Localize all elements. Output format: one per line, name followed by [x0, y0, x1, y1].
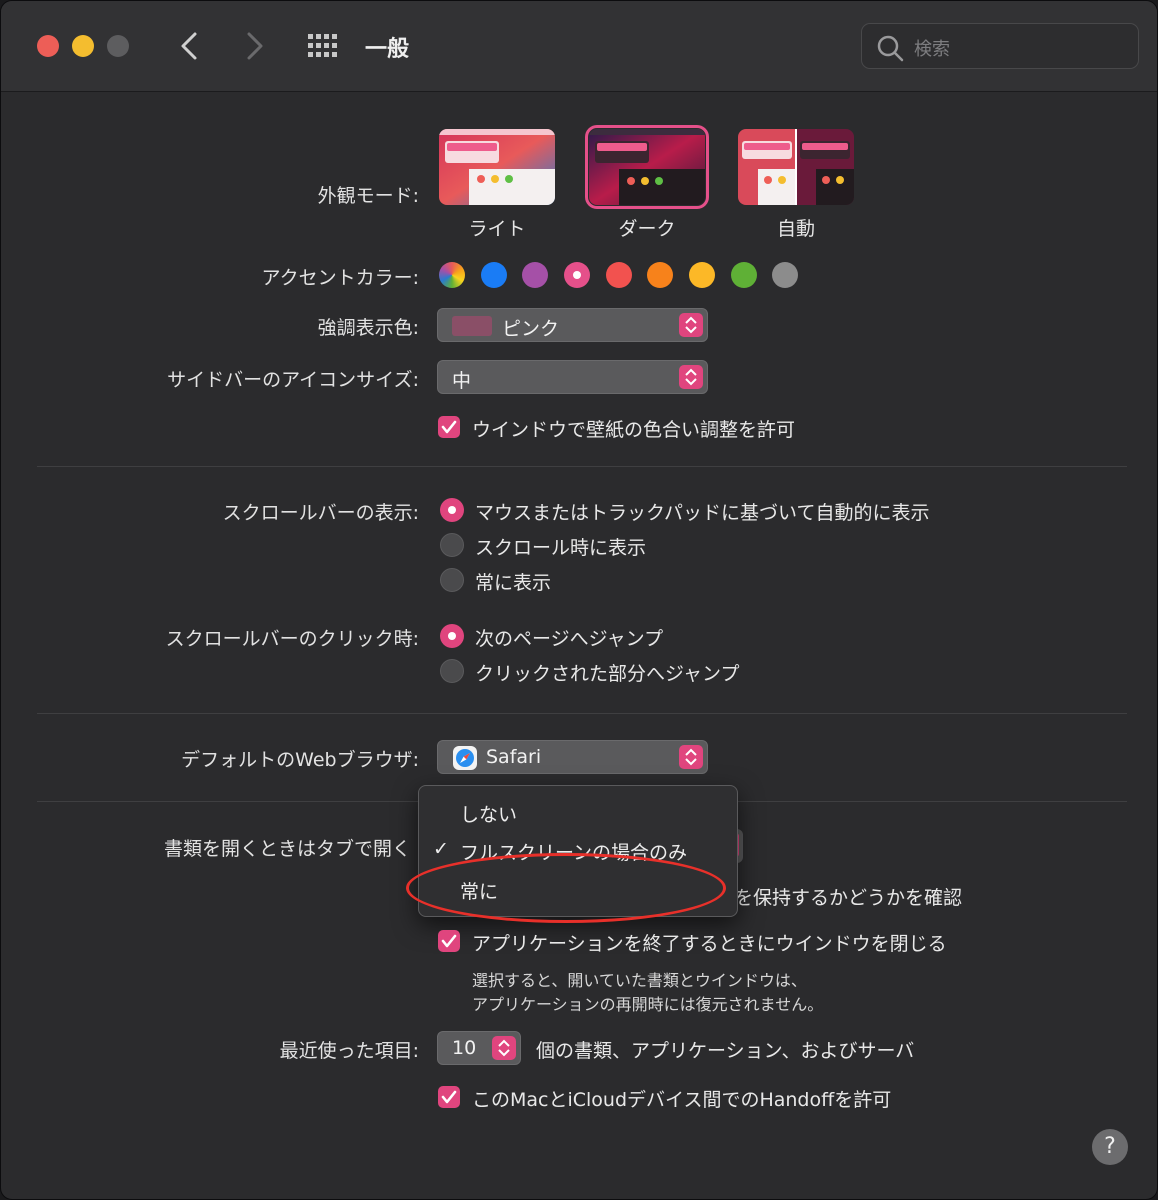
scrollbar-show-auto-radio[interactable] — [440, 498, 464, 522]
ask-keep-changes-label: を保持するかどうかを確認 — [734, 887, 963, 909]
checkmark-icon — [441, 934, 457, 948]
appearance-label: 外観モード: — [317, 185, 419, 207]
divider — [37, 466, 1127, 467]
dark-mode-preview-icon — [589, 129, 705, 205]
sidebar-icon-size-popup[interactable]: 中 — [437, 360, 708, 394]
wallpaper-tint-checkbox[interactable] — [438, 416, 460, 438]
safari-icon — [453, 746, 477, 770]
popup-arrows-icon — [679, 313, 703, 337]
accent-swatch-pink[interactable] — [564, 262, 590, 288]
checkmark-icon: ✓ — [433, 838, 449, 860]
default-browser-value: Safari — [486, 746, 542, 768]
sidebar-icon-size-label: サイドバーのアイコンサイズ: — [167, 369, 419, 391]
appearance-auto-label: 自動 — [776, 218, 815, 240]
prefer-tabs-menu: しない ✓ フルスクリーンの場合のみ 常に — [418, 785, 738, 917]
grid-icon — [308, 34, 337, 57]
wallpaper-tint-label: ウインドウで壁紙の色合い調整を許可 — [472, 419, 796, 441]
minimize-button[interactable] — [72, 35, 94, 57]
close-button[interactable] — [37, 35, 59, 57]
highlight-color-value: ピンク — [502, 318, 560, 340]
scrollbar-show-always-radio[interactable] — [440, 568, 464, 592]
scrollbar-click-next-page-label: 次のページへジャンプ — [475, 628, 664, 650]
appearance-light-label: ライト — [468, 218, 526, 240]
menu-item-fullscreen-only[interactable]: フルスクリーンの場合のみ — [460, 838, 687, 865]
accent-swatch-yellow[interactable] — [689, 262, 715, 288]
menu-item-always[interactable]: 常に — [460, 877, 498, 904]
recent-items-suffix: 個の書類、アプリケーション、およびサーバ — [536, 1040, 915, 1062]
close-windows-note-1: 選択すると、開いていた書類とウインドウは、 — [472, 971, 807, 990]
sidebar-icon-size-value: 中 — [452, 370, 472, 392]
forward-button[interactable] — [239, 29, 269, 63]
popup-arrows-icon — [679, 745, 703, 769]
accent-swatch-multicolor[interactable] — [439, 262, 465, 288]
menu-item-never[interactable]: しない — [460, 800, 517, 827]
recent-items-label: 最近使った項目: — [279, 1040, 419, 1062]
scrollbar-show-scrolling-radio[interactable] — [440, 533, 464, 557]
accent-swatch-red[interactable] — [606, 262, 632, 288]
default-browser-label: デフォルトのWebブラウザ: — [181, 749, 419, 771]
default-browser-popup[interactable]: Safari — [437, 740, 708, 774]
scrollbar-show-label: スクロールバーの表示: — [222, 502, 419, 524]
scrollbar-click-label: スクロールバーのクリック時: — [165, 628, 419, 650]
close-windows-checkbox[interactable] — [438, 930, 460, 952]
checkmark-icon — [441, 1090, 457, 1104]
highlight-color-chip — [452, 316, 492, 336]
appearance-dark-label: ダーク — [618, 218, 676, 240]
handoff-checkbox[interactable] — [438, 1086, 460, 1108]
recent-items-value: 10 — [452, 1037, 477, 1059]
scrollbar-click-next-page-radio[interactable] — [440, 624, 464, 648]
handoff-label: このMacとiCloudデバイス間でのHandoffを許可 — [472, 1089, 892, 1111]
preferences-window: 一般 検索 外観モード: ライト ダーク 自動 アクセントカラー: 強調表示色:… — [0, 0, 1158, 1200]
scrollbar-click-spot-label: クリックされた部分へジャンプ — [475, 663, 740, 685]
accent-color-label: アクセントカラー: — [261, 267, 419, 289]
help-button[interactable]: ? — [1092, 1129, 1128, 1165]
appearance-auto-thumbnail[interactable] — [738, 129, 854, 205]
window-title: 一般 — [365, 37, 410, 62]
scrollbar-show-always-label: 常に表示 — [475, 572, 552, 594]
accent-swatch-green[interactable] — [731, 262, 757, 288]
prefer-tabs-label: 書類を開くときはタブで開く — [163, 838, 411, 860]
highlight-color-label: 強調表示色: — [317, 317, 419, 339]
popup-arrows-icon — [492, 1036, 516, 1060]
accent-swatch-blue[interactable] — [481, 262, 507, 288]
checkmark-icon — [441, 420, 457, 434]
appearance-dark-thumbnail[interactable] — [585, 125, 709, 209]
search-field[interactable]: 検索 — [861, 23, 1139, 69]
auto-mode-preview-icon — [738, 129, 854, 205]
divider — [37, 713, 1127, 714]
recent-items-popup[interactable]: 10 — [437, 1031, 521, 1065]
highlight-color-popup[interactable]: ピンク — [437, 308, 708, 342]
chevron-left-icon — [181, 32, 197, 60]
accent-swatch-purple[interactable] — [522, 262, 548, 288]
popup-arrows-icon — [679, 365, 703, 389]
scrollbar-show-auto-label: マウスまたはトラックパッドに基づいて自動的に表示 — [475, 502, 930, 524]
appearance-light-thumbnail[interactable] — [439, 129, 555, 205]
show-all-button[interactable] — [306, 33, 342, 59]
scrollbar-show-scrolling-label: スクロール時に表示 — [475, 537, 647, 559]
accent-swatch-orange[interactable] — [647, 262, 673, 288]
scrollbar-click-spot-radio[interactable] — [440, 659, 464, 683]
light-mode-preview-icon — [439, 129, 555, 205]
close-windows-label: アプリケーションを終了するときにウインドウを閉じる — [472, 933, 947, 955]
close-windows-note-2: アプリケーションの再開時には復元されません。 — [472, 995, 824, 1014]
title-bar: 一般 検索 — [1, 1, 1157, 92]
accent-swatch-graphite[interactable] — [772, 262, 798, 288]
search-icon — [877, 35, 904, 62]
back-button[interactable] — [175, 29, 205, 63]
chevron-right-icon — [247, 32, 263, 60]
zoom-button[interactable] — [107, 35, 129, 57]
search-placeholder: 検索 — [914, 39, 950, 60]
